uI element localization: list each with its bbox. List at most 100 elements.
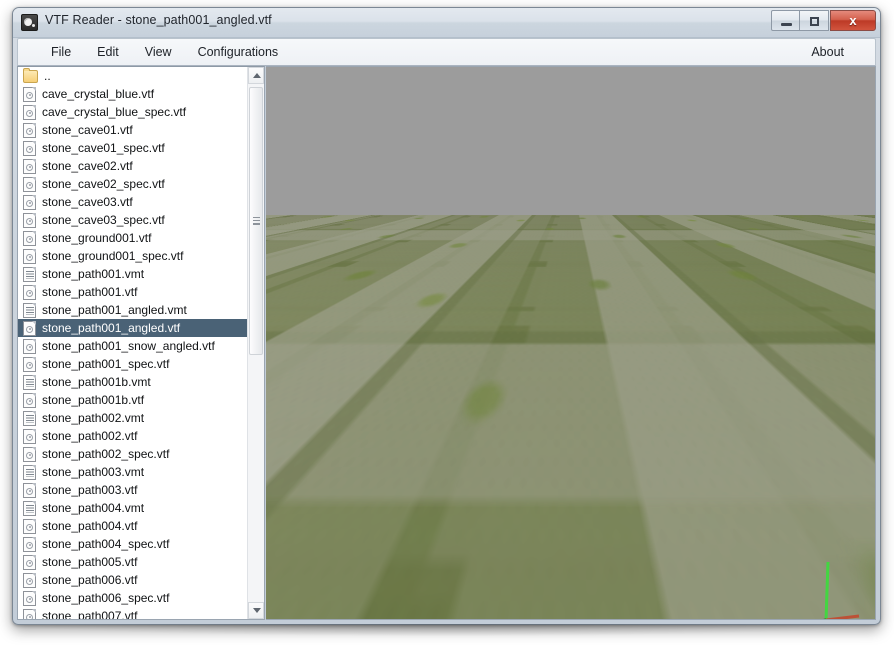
file-name-label: stone_cave03.vtf xyxy=(42,195,133,209)
maximize-button[interactable] xyxy=(800,10,829,31)
title-bar: VTF Reader - stone_path001_angled.vtf x xyxy=(13,8,880,38)
file-list-item[interactable]: stone_path006_spec.vtf xyxy=(18,589,247,607)
vtf-file-icon xyxy=(23,195,36,210)
vtf-file-icon xyxy=(23,555,36,570)
file-list-item[interactable]: stone_path002.vmt xyxy=(18,409,247,427)
vtf-file-icon xyxy=(23,285,36,300)
scroll-thumb[interactable] xyxy=(249,87,263,355)
file-list-item[interactable]: cave_crystal_blue.vtf xyxy=(18,85,247,103)
file-name-label: stone_path001_angled.vmt xyxy=(42,303,187,317)
file-name-label: stone_path007.vtf xyxy=(42,609,137,619)
file-list-item[interactable]: stone_path004.vtf xyxy=(18,517,247,535)
vtf-file-icon xyxy=(23,123,36,138)
menu-item-view[interactable]: View xyxy=(132,40,185,64)
content-area: .. cave_crystal_blue.vtf cave_crystal_blue… xyxy=(17,66,876,620)
file-list-item[interactable]: stone_path005.vtf xyxy=(18,553,247,571)
menu-item-configurations[interactable]: Configurations xyxy=(185,40,292,64)
vtf-file-icon xyxy=(23,141,36,156)
file-name-label: cave_crystal_blue_spec.vtf xyxy=(42,105,186,119)
vtf-file-icon xyxy=(23,537,36,552)
file-list-item[interactable]: cave_crystal_blue_spec.vtf xyxy=(18,103,247,121)
file-list-item[interactable]: stone_path001b.vmt xyxy=(18,373,247,391)
folder-icon xyxy=(23,70,38,83)
vtf-file-icon xyxy=(23,249,36,264)
vtf-file-icon xyxy=(23,159,36,174)
file-list-item[interactable]: .. xyxy=(18,67,247,85)
file-list-item[interactable]: stone_cave02.vtf xyxy=(18,157,247,175)
file-list-item[interactable]: stone_cave03_spec.vtf xyxy=(18,211,247,229)
minimize-button[interactable] xyxy=(771,10,800,31)
file-list-item[interactable]: stone_path001.vtf xyxy=(18,283,247,301)
file-name-label: stone_path003.vmt xyxy=(42,465,144,479)
vmt-file-icon xyxy=(23,411,36,426)
file-list-item[interactable]: stone_path003.vmt xyxy=(18,463,247,481)
file-name-label: stone_path004_spec.vtf xyxy=(42,537,169,551)
file-name-label: stone_path001b.vmt xyxy=(42,375,151,389)
file-list-item[interactable]: stone_path001_snow_angled.vtf xyxy=(18,337,247,355)
window-title: VTF Reader - stone_path001_angled.vtf xyxy=(45,13,272,27)
file-name-label: stone_cave03_spec.vtf xyxy=(42,213,165,227)
file-name-label: stone_path002_spec.vtf xyxy=(42,447,169,461)
file-list-item[interactable]: stone_path001_spec.vtf xyxy=(18,355,247,373)
file-list-item[interactable]: stone_cave01_spec.vtf xyxy=(18,139,247,157)
file-name-label: stone_path001_spec.vtf xyxy=(42,357,169,371)
file-list-item[interactable]: stone_path007.vtf xyxy=(18,607,247,619)
menu-item-about[interactable]: About xyxy=(798,40,857,64)
file-name-label: stone_path006_spec.vtf xyxy=(42,591,169,605)
vtf-file-icon xyxy=(23,105,36,120)
file-list-item[interactable]: stone_cave03.vtf xyxy=(18,193,247,211)
menu-item-edit[interactable]: Edit xyxy=(84,40,132,64)
scroll-down-arrow-icon xyxy=(253,608,261,613)
vtf-file-icon xyxy=(23,393,36,408)
file-list-scrollbar[interactable] xyxy=(247,67,264,619)
vmt-file-icon xyxy=(23,501,36,516)
file-list-item[interactable]: stone_path001_angled.vmt xyxy=(18,301,247,319)
file-list-item[interactable]: stone_path004.vmt xyxy=(18,499,247,517)
file-name-label: stone_path002.vmt xyxy=(42,411,144,425)
file-list-item[interactable]: stone_path002_spec.vtf xyxy=(18,445,247,463)
menu-item-file[interactable]: File xyxy=(38,40,84,64)
menu-right-group: About xyxy=(798,40,875,64)
file-list-item[interactable]: stone_cave02_spec.vtf xyxy=(18,175,247,193)
close-icon: x xyxy=(831,13,875,28)
file-name-label: stone_path001.vtf xyxy=(42,285,137,299)
file-name-label: stone_path004.vmt xyxy=(42,501,144,515)
file-name-label: stone_ground001.vtf xyxy=(42,231,151,245)
file-name-label: stone_cave01.vtf xyxy=(42,123,133,137)
file-name-label: stone_cave02.vtf xyxy=(42,159,133,173)
file-name-label: stone_cave01_spec.vtf xyxy=(42,141,165,155)
vtf-file-icon xyxy=(23,447,36,462)
file-list-item-selected[interactable]: stone_path001_angled.vtf xyxy=(18,319,247,337)
file-list-item[interactable]: stone_path002.vtf xyxy=(18,427,247,445)
file-list[interactable]: .. cave_crystal_blue.vtf cave_crystal_blue… xyxy=(18,67,247,619)
file-list-item[interactable]: stone_path001b.vtf xyxy=(18,391,247,409)
camera-lens-icon xyxy=(21,14,38,31)
file-list-item[interactable]: stone_path001.vmt xyxy=(18,265,247,283)
file-name-label: stone_path003.vtf xyxy=(42,483,137,497)
file-browser-panel: .. cave_crystal_blue.vtf cave_crystal_blue… xyxy=(17,66,265,620)
close-button[interactable]: x xyxy=(830,10,876,31)
scroll-thumb-grip-icon xyxy=(253,217,260,225)
file-list-item[interactable]: stone_cave01.vtf xyxy=(18,121,247,139)
file-name-label: .. xyxy=(44,69,51,83)
cobblestone-ground-plane xyxy=(266,215,875,619)
scroll-up-button[interactable] xyxy=(248,67,264,84)
scroll-up-arrow-icon xyxy=(253,73,261,78)
vtf-file-icon xyxy=(23,213,36,228)
file-list-item[interactable]: stone_path004_spec.vtf xyxy=(18,535,247,553)
vtf-file-icon xyxy=(23,339,36,354)
vtf-file-icon xyxy=(23,609,36,620)
vtf-file-icon xyxy=(23,321,36,336)
file-list-item[interactable]: stone_path006.vtf xyxy=(18,571,247,589)
vtf-file-icon xyxy=(23,573,36,588)
file-name-label: cave_crystal_blue.vtf xyxy=(42,87,154,101)
maximize-icon xyxy=(810,17,819,26)
file-name-label: stone_path002.vtf xyxy=(42,429,137,443)
file-list-item[interactable]: stone_ground001.vtf xyxy=(18,229,247,247)
scroll-down-button[interactable] xyxy=(248,602,264,619)
file-name-label: stone_path006.vtf xyxy=(42,573,137,587)
texture-preview-viewport[interactable] xyxy=(266,66,876,620)
file-list-item[interactable]: stone_path003.vtf xyxy=(18,481,247,499)
file-list-item[interactable]: stone_ground001_spec.vtf xyxy=(18,247,247,265)
vmt-file-icon xyxy=(23,267,36,282)
